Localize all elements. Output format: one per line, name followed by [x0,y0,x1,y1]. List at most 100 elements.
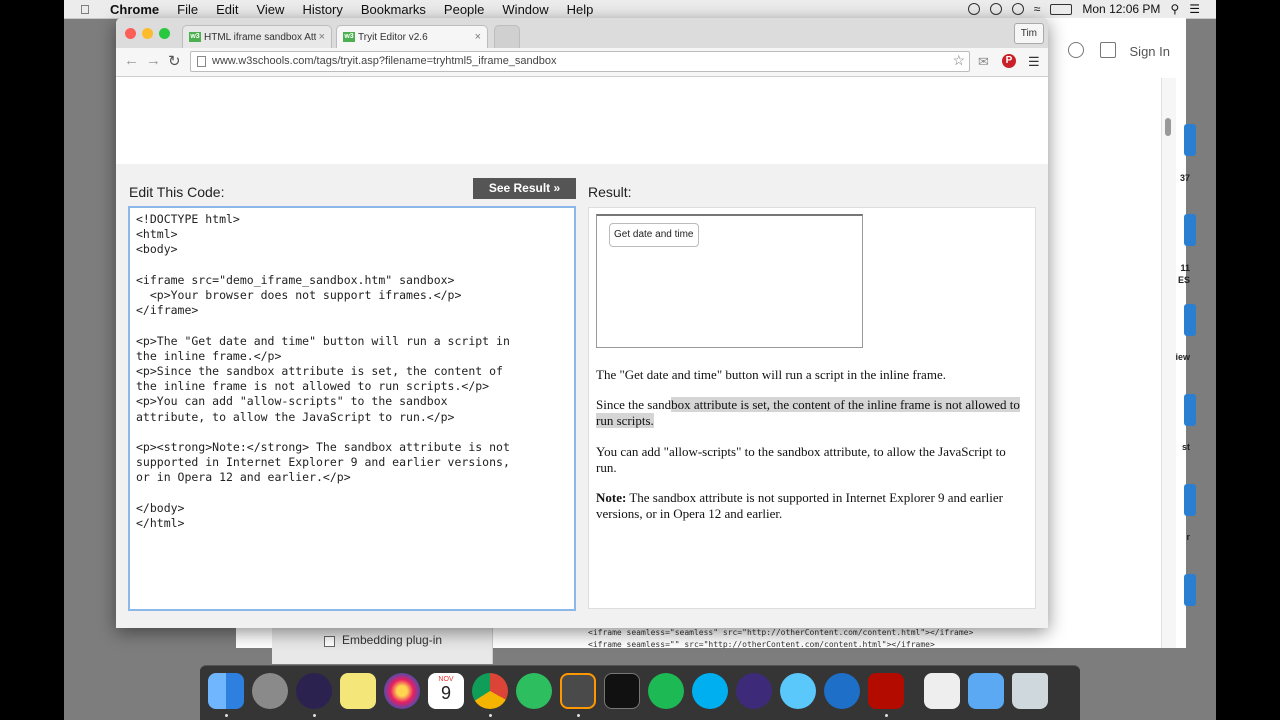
minimize-window-button[interactable] [142,28,153,39]
close-tab-icon[interactable]: × [475,31,481,43]
menu-bar:  Chrome File Edit View History Bookmark… [64,0,1216,19]
menu-history[interactable]: History [302,2,342,17]
terminal-icon[interactable] [604,673,640,709]
sublime-text-icon[interactable] [560,673,596,709]
tab-tryit-editor[interactable]: w3 Tryit Editor v2.6 × [336,25,488,48]
see-result-button[interactable]: See Result » [473,178,576,199]
code-editor[interactable]: <!DOCTYPE html> <html> <body> <iframe sr… [128,206,576,611]
tab-bar: w3 HTML iframe sandbox Attr × w3 Tryit E… [116,18,1048,48]
side-tab[interactable] [1184,394,1196,426]
list-icon[interactable]: ☰ [1189,2,1200,16]
option-label: Embedding plug-in [342,633,443,647]
edit-code-label: Edit This Code: [129,184,225,200]
side-tab[interactable] [1184,124,1196,156]
sync-icon[interactable] [989,3,1002,15]
url-text[interactable]: www.w3schools.com/tags/tryit.asp?filenam… [212,55,557,67]
result-paragraph: You can add "allow-scripts" to the sandb… [596,444,1006,475]
trash-icon[interactable] [1012,673,1048,709]
close-window-button[interactable] [125,28,136,39]
side-tab[interactable] [1184,304,1196,336]
archive-icon[interactable] [924,673,960,709]
side-tab[interactable] [1184,214,1196,246]
result-paragraph: The "Get date and time" button will run … [596,367,946,382]
skype-icon[interactable] [692,673,728,709]
sign-in-link[interactable]: Sign In [1130,44,1170,59]
profile-button[interactable]: Tim [1013,23,1044,44]
system-preferences-icon[interactable] [252,673,288,709]
reload-icon[interactable]: ↻ [168,52,181,70]
check-icon[interactable] [1011,3,1024,15]
edge-label: iew [1175,352,1190,362]
zoom-window-button[interactable] [159,28,170,39]
menu-icon[interactable]: ☰ [1028,54,1040,70]
result-paragraph: Since the sandbox attribute is set, the … [596,397,1028,429]
running-indicator [577,714,580,717]
pinterest-extension-icon[interactable]: P [1002,54,1016,68]
option-checkbox[interactable] [324,636,335,647]
get-date-time-button[interactable]: Get date and time [609,223,699,247]
forward-icon[interactable]: → [146,52,161,69]
bookmark-star-icon[interactable]: ☆ [952,52,965,69]
close-doc-icon[interactable] [1100,42,1116,58]
browser-toolbar: ← → ↻ www.w3schools.com/tags/tryit.asp?f… [116,48,1048,77]
w3schools-favicon-icon: w3 [343,32,355,42]
background-scrollbar[interactable] [1161,78,1176,648]
messages-icon[interactable] [780,673,816,709]
menu-app-name[interactable]: Chrome [110,2,159,17]
help-icon[interactable] [1068,42,1084,58]
menu-file[interactable]: File [177,2,198,17]
address-bar[interactable]: www.w3schools.com/tags/tryit.asp?filenam… [190,51,970,72]
stickies-icon[interactable] [340,673,376,709]
clock[interactable]: Mon 12:06 PM [1082,2,1160,16]
quicktime-icon[interactable] [824,673,860,709]
menu-edit[interactable]: Edit [216,2,238,17]
calendar-month: NOV [438,676,454,683]
scrollbar-thumb[interactable] [1165,118,1171,136]
new-tab-button[interactable] [494,25,520,48]
search-icon[interactable]: ⚲ [1170,2,1179,16]
finder-icon[interactable] [208,673,244,709]
photos-icon[interactable] [384,673,420,709]
downloads-folder-icon[interactable] [968,673,1004,709]
gmail-extension-icon[interactable]: ✉ [978,54,989,70]
background-sidebar: Embedding plug-in [272,624,493,664]
eclipse-icon[interactable] [296,673,332,709]
result-label: Result: [588,184,632,200]
back-icon[interactable]: ← [124,52,139,69]
tab-iframe-sandbox[interactable]: w3 HTML iframe sandbox Attr × [182,25,332,48]
menu-bookmarks[interactable]: Bookmarks [361,2,426,17]
chrome-icon[interactable] [472,673,508,709]
running-indicator [313,714,316,717]
result-note: Note: The sandbox attribute is not suppo… [596,490,1028,522]
menu-help[interactable]: Help [567,2,594,17]
battery-icon[interactable] [1050,3,1073,15]
edge-label: 37 [1179,173,1190,183]
close-tab-icon[interactable]: × [319,31,325,43]
acrobat-icon[interactable] [868,673,904,709]
side-tab[interactable] [1184,484,1196,516]
code-line: <iframe seamless="" src="http://otherCon… [588,640,935,649]
calendar-icon[interactable]: NOV 9 [428,673,464,709]
audacity-icon[interactable] [736,673,772,709]
running-indicator [489,714,492,717]
menu-people[interactable]: People [444,2,484,17]
note-label: Note: [596,490,627,505]
sandbox-iframe[interactable]: Get date and time [596,214,863,348]
paragraph-text: Since the sand [596,397,672,412]
menu-window[interactable]: Window [502,2,548,17]
tab-title: HTML iframe sandbox Attr [204,31,316,43]
spotify-icon[interactable] [648,673,684,709]
record-icon[interactable] [967,3,980,15]
edge-label: 11 [1180,263,1190,273]
evernote-icon[interactable] [516,673,552,709]
edge-label: ES [1177,275,1190,285]
note-text: The sandbox attribute is not supported i… [596,490,1003,521]
apple-menu-icon[interactable]:  [80,2,94,17]
code-line: <iframe seamless="seamless" src="http://… [588,628,974,637]
chrome-window: w3 HTML iframe sandbox Attr × w3 Tryit E… [116,18,1048,628]
running-indicator [225,714,228,717]
status-tray: ≈ Mon 12:06 PM ⚲ ☰ [967,0,1200,18]
menu-view[interactable]: View [256,2,284,17]
side-tab[interactable] [1184,574,1196,606]
wifi-icon[interactable]: ≈ [1034,2,1041,16]
